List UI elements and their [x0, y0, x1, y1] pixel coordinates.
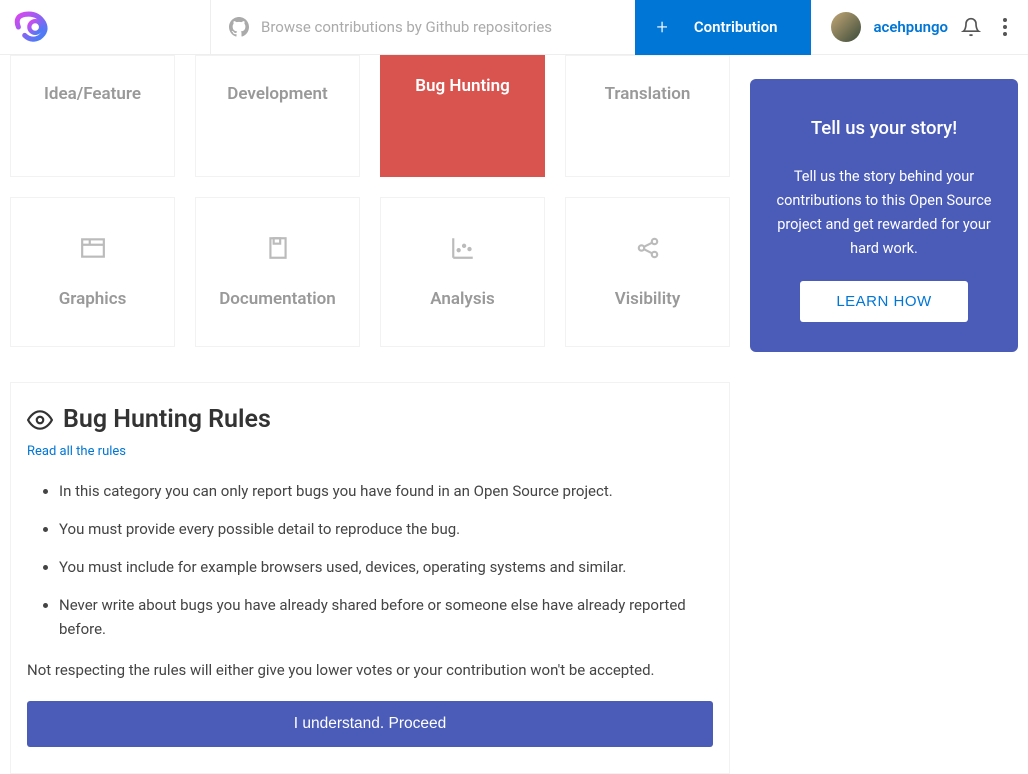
rule-item: In this category you can only report bug…	[59, 479, 713, 503]
category-documentation[interactable]: Documentation	[195, 197, 360, 347]
category-visibility[interactable]: Visibility	[565, 197, 730, 347]
username[interactable]: acehpungo	[873, 18, 948, 36]
rule-item: You must include for example browsers us…	[59, 555, 713, 579]
rules-title: Bug Hunting Rules	[63, 405, 271, 434]
github-icon	[229, 17, 249, 37]
proceed-button[interactable]: I understand. Proceed	[27, 701, 713, 747]
category-translation[interactable]: Translation	[565, 55, 730, 177]
category-graphics[interactable]: Graphics	[10, 197, 175, 347]
rules-warning: Not respecting the rules will either giv…	[27, 661, 713, 679]
rules-card: Bug Hunting Rules Read all the rules In …	[10, 382, 730, 774]
eye-icon	[27, 407, 53, 433]
read-all-link[interactable]: Read all the rules	[27, 444, 126, 459]
analysis-icon	[450, 235, 476, 261]
bell-icon[interactable]	[960, 17, 982, 37]
contribution-button[interactable]: + Contribution	[635, 0, 812, 55]
category-development[interactable]: Development	[195, 55, 360, 177]
avatar[interactable]	[831, 12, 861, 42]
story-title: Tell us your story!	[774, 117, 994, 139]
learn-how-button[interactable]: LEARN HOW	[800, 281, 967, 322]
graphics-icon	[80, 235, 106, 261]
category-idea-feature[interactable]: Idea/Feature	[10, 55, 175, 177]
search-placeholder: Browse contributions by Github repositor…	[261, 18, 552, 36]
story-body: Tell us the story behind your contributi…	[774, 165, 994, 261]
rules-list: In this category you can only report bug…	[27, 479, 713, 641]
category-bug-hunting[interactable]: Bug Hunting	[380, 55, 545, 177]
category-grid: Idea/Feature Development Bug Hunting Tra…	[10, 55, 730, 347]
more-icon[interactable]	[994, 18, 1016, 36]
category-analysis[interactable]: Analysis	[380, 197, 545, 347]
visibility-icon	[635, 235, 661, 261]
logo[interactable]	[0, 6, 210, 48]
rule-item: Never write about bugs you have already …	[59, 593, 713, 641]
story-card: Tell us your story! Tell us the story be…	[750, 79, 1018, 352]
documentation-icon	[265, 235, 291, 261]
rule-item: You must provide every possible detail t…	[59, 517, 713, 541]
plus-icon: +	[657, 15, 668, 39]
search-input[interactable]: Browse contributions by Github repositor…	[210, 0, 635, 54]
